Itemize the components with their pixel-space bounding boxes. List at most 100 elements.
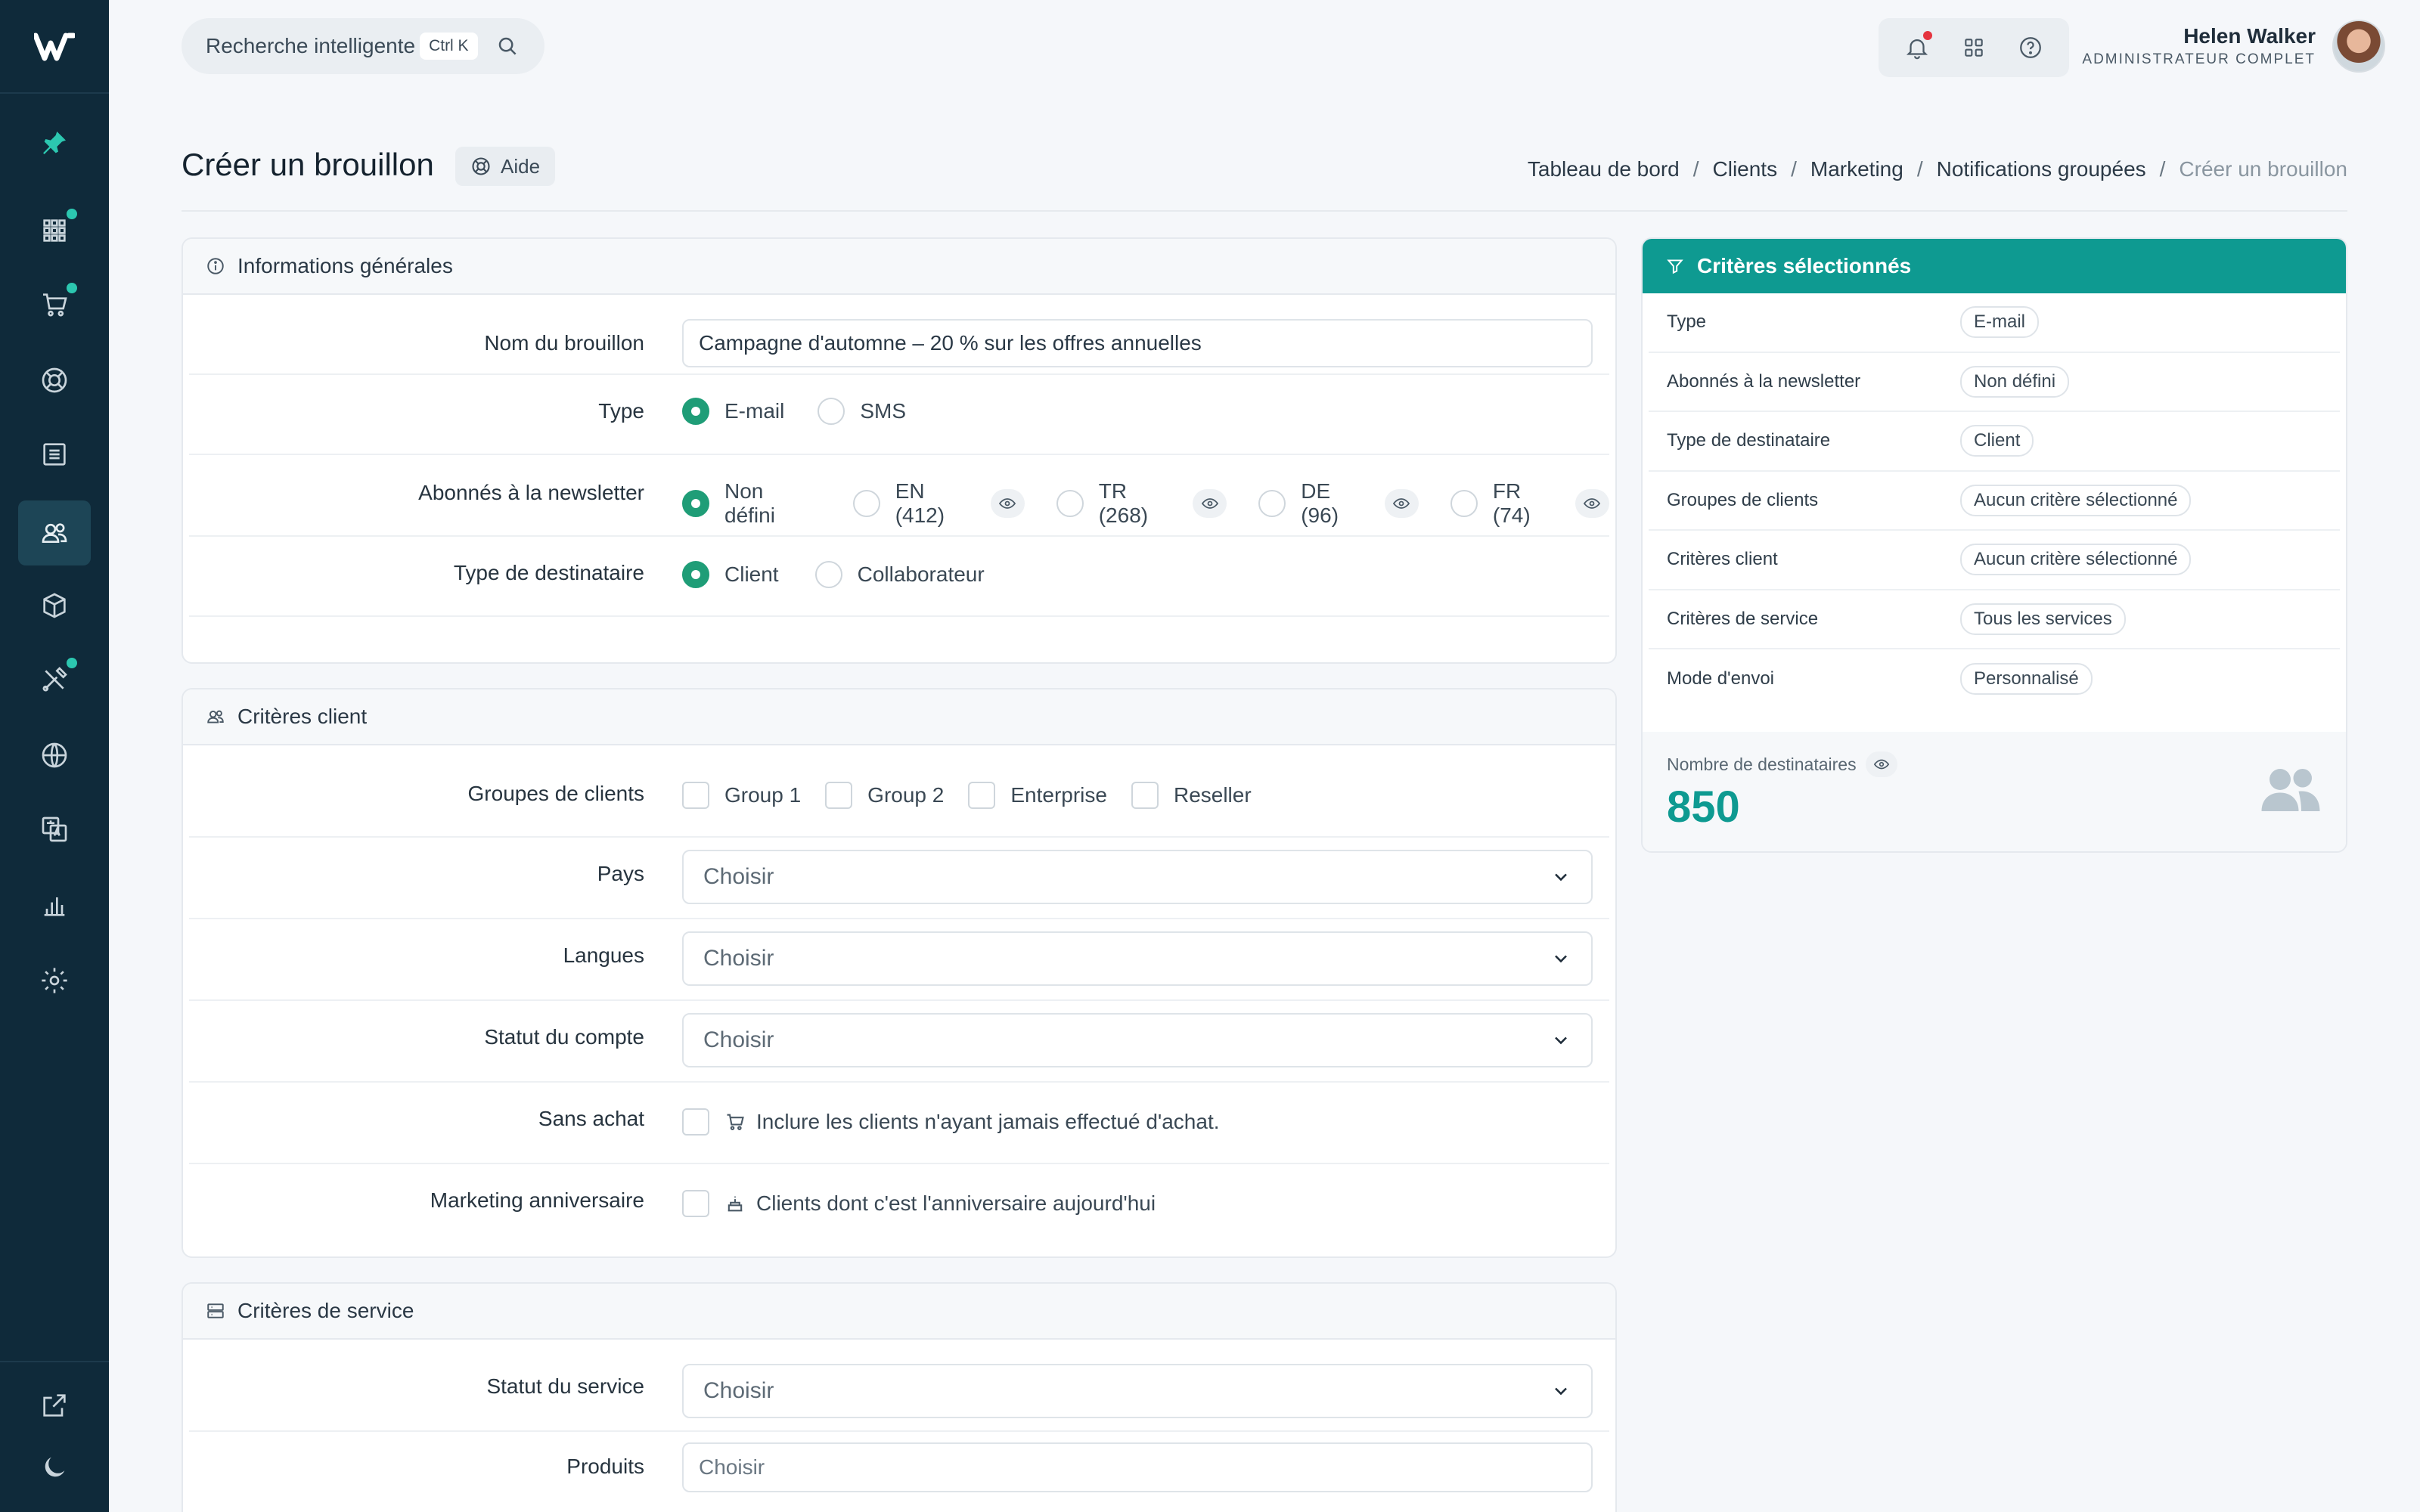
preview-fr-button[interactable] — [1575, 489, 1609, 518]
breadcrumb-marketing[interactable]: Marketing — [1810, 157, 1903, 181]
selected-criteria-header: Critères sélectionnés — [1643, 239, 2346, 293]
newsletter-de-radio[interactable] — [1258, 490, 1286, 517]
recipient-count-label: Nombre de destinataires — [1667, 754, 1857, 774]
birthday-checkbox[interactable] — [682, 1190, 709, 1217]
sidebar-item-reports[interactable] — [18, 872, 91, 937]
country-select[interactable]: Choisir — [682, 850, 1593, 904]
newsletter-undefined-radio[interactable] — [682, 490, 709, 517]
group-1-option[interactable]: Group 1 — [682, 782, 801, 809]
group-enterprise-checkbox[interactable] — [968, 782, 996, 809]
draft-name-input[interactable]: Campagne d'automne – 20 % sur les offres… — [682, 319, 1593, 367]
apps-button[interactable] — [1959, 33, 1989, 63]
help-center-button[interactable] — [2015, 33, 2046, 63]
recipient-client-radio[interactable] — [682, 561, 709, 588]
group-2-checkbox[interactable] — [825, 782, 853, 809]
type-row: Type E-mail SMS — [189, 375, 1609, 455]
search-bar[interactable]: Recherche intelligente Ctrl K — [182, 18, 544, 74]
no-purchase-option[interactable]: Inclure les clients n'ayant jamais effec… — [682, 1108, 1220, 1136]
languages-select[interactable]: Choisir — [682, 931, 1593, 986]
breadcrumb-clients[interactable]: Clients — [1713, 157, 1778, 181]
group-1-checkbox[interactable] — [682, 782, 709, 809]
grid-dots-icon — [43, 219, 66, 242]
preview-recipients-button[interactable] — [1865, 751, 1897, 777]
summary-row: Abonnés à la newsletter Non défini — [1649, 353, 2340, 412]
newsletter-fr-radio[interactable] — [1450, 490, 1478, 517]
service-status-select[interactable]: Choisir — [682, 1364, 1593, 1418]
sidebar-item-products[interactable] — [18, 573, 91, 638]
newsletter-tr-radio[interactable] — [1056, 490, 1084, 517]
preview-tr-button[interactable] — [1193, 489, 1227, 518]
service-status-select-value: Choisir — [703, 1378, 774, 1403]
users-icon — [42, 523, 67, 543]
recipient-client-option[interactable]: Client — [682, 561, 779, 588]
logo-icon — [34, 33, 75, 61]
country-select-value: Choisir — [703, 864, 774, 889]
eye-icon — [1584, 498, 1601, 509]
summary-label: Type de destinataire — [1667, 430, 1831, 451]
recipient-count-box: Nombre de destinataires 850 — [1643, 732, 2346, 851]
summary-tag: E-mail — [1960, 306, 2040, 339]
user-info: Helen Walker ADMINISTRATEUR COMPLET — [2082, 24, 2316, 68]
newsletter-de-option[interactable]: DE (96) — [1258, 479, 1419, 528]
birthday-option[interactable]: Clients dont c'est l'anniversaire aujour… — [682, 1190, 1156, 1217]
sidebar-item-clients[interactable] — [18, 500, 91, 565]
apps-grid-icon — [1965, 39, 1983, 57]
sidebar-item-domains[interactable] — [18, 723, 91, 788]
group-1-label: Group 1 — [724, 783, 802, 807]
summary-tag: Tous les services — [1960, 603, 2126, 635]
sidebar-item-support[interactable] — [18, 348, 91, 413]
dark-mode-toggle[interactable] — [18, 1435, 91, 1500]
sidebar-item-tools[interactable] — [18, 647, 91, 712]
products-input[interactable]: Choisir — [682, 1442, 1593, 1492]
type-email-radio[interactable] — [682, 398, 709, 425]
service-criteria-card: Critères de service Statut du service Ch… — [182, 1282, 1617, 1512]
breadcrumb-bulk-notifications[interactable]: Notifications groupées — [1937, 157, 2146, 181]
info-icon — [207, 258, 224, 274]
question-icon — [2019, 37, 2041, 58]
general-info-title: Informations générales — [237, 254, 453, 277]
sidebar-item-orders[interactable] — [18, 272, 91, 337]
newsletter-fr-option[interactable]: FR (74) — [1450, 479, 1609, 528]
sidebar-item-settings[interactable] — [18, 948, 91, 1013]
preview-de-button[interactable] — [1384, 489, 1419, 518]
recipient-collaborator-radio[interactable] — [814, 561, 842, 588]
sidebar-item-billing[interactable] — [18, 422, 91, 487]
newsletter-tr-option[interactable]: TR (268) — [1056, 479, 1227, 528]
cart-icon — [43, 293, 67, 317]
sidebar-item-translations[interactable] — [18, 797, 91, 862]
summary-label: Mode d'envoi — [1667, 668, 1775, 689]
recipient-collaborator-option[interactable]: Collaborateur — [814, 561, 985, 588]
type-sms-option[interactable]: SMS — [818, 398, 906, 425]
breadcrumb-dashboard[interactable]: Tableau de bord — [1528, 157, 1680, 181]
help-button[interactable]: Aide — [455, 147, 556, 186]
user-menu[interactable]: Helen Walker ADMINISTRATEUR COMPLET — [2082, 20, 2385, 73]
type-email-option[interactable]: E-mail — [682, 398, 784, 425]
gear-icon — [42, 968, 67, 993]
newsletter-undefined-option[interactable]: Non défini — [682, 479, 818, 528]
newsletter-en-option[interactable]: EN (412) — [852, 479, 1025, 528]
users-icon — [2261, 769, 2320, 811]
avatar[interactable] — [2332, 20, 2385, 73]
type-sms-radio[interactable] — [818, 398, 845, 425]
client-groups-label: Groupes de clients — [467, 782, 644, 805]
no-purchase-checkbox[interactable] — [682, 1108, 709, 1136]
account-status-select-value: Choisir — [703, 1027, 774, 1052]
group-2-option[interactable]: Group 2 — [825, 782, 944, 809]
sidebar-item-dashboard[interactable] — [18, 198, 91, 263]
newsletter-en-radio[interactable] — [852, 490, 880, 517]
group-reseller-option[interactable]: Reseller — [1131, 782, 1252, 809]
box-icon — [43, 593, 66, 618]
sidebar — [0, 0, 109, 1512]
preview-en-button[interactable] — [990, 489, 1025, 518]
account-status-select[interactable]: Choisir — [682, 1013, 1593, 1067]
sidebar-item-external[interactable] — [18, 1373, 91, 1438]
newsletter-tr-label: TR (268) — [1098, 479, 1149, 527]
group-enterprise-option[interactable]: Enterprise — [968, 782, 1107, 809]
summary-label: Abonnés à la newsletter — [1667, 370, 1861, 392]
group-2-label: Group 2 — [867, 783, 945, 807]
sidebar-item-pinned[interactable] — [18, 110, 91, 175]
summary-label: Groupes de clients — [1667, 489, 1819, 510]
app-logo[interactable] — [0, 0, 109, 94]
group-reseller-checkbox[interactable] — [1131, 782, 1159, 809]
notifications-button[interactable] — [1902, 31, 1933, 63]
